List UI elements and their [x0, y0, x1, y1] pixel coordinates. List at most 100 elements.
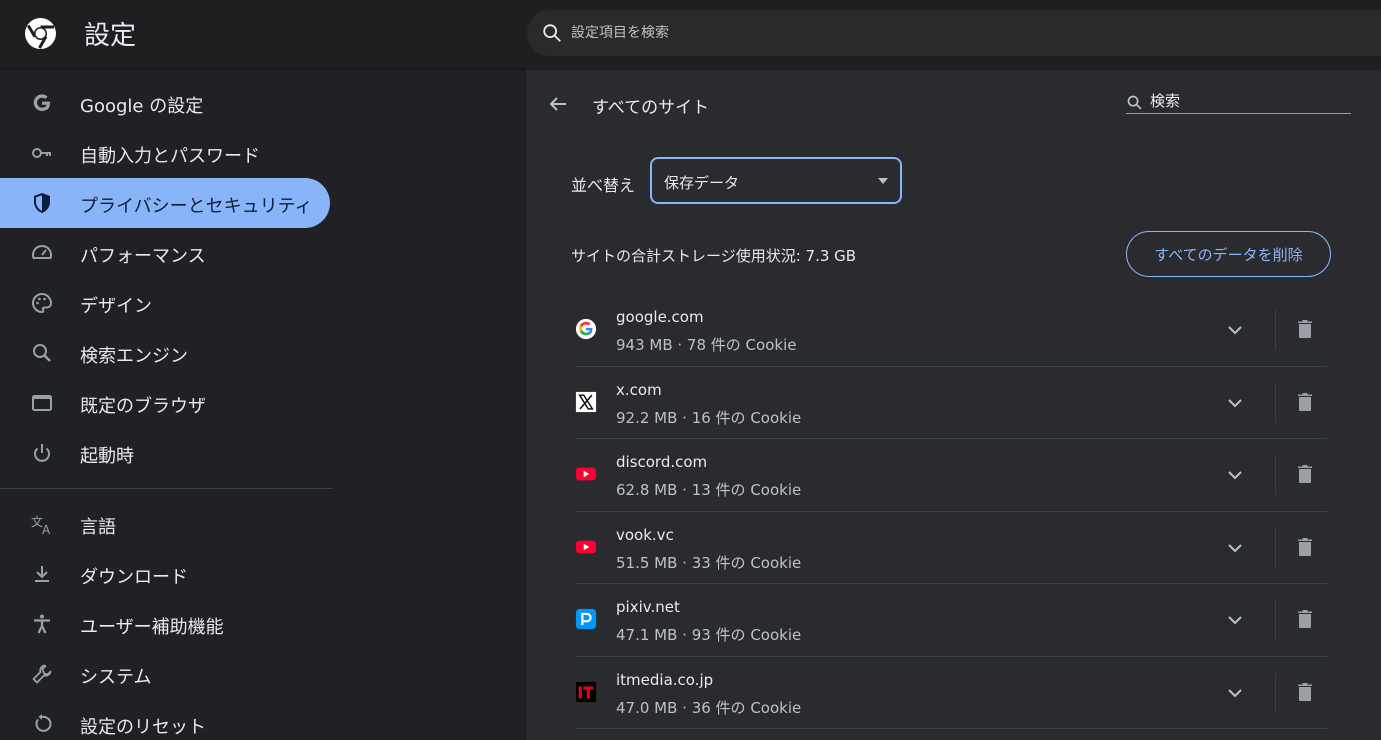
trash-icon[interactable] — [1293, 317, 1317, 341]
sidebar-item-google[interactable]: Google の設定 — [0, 78, 330, 128]
site-usage-detail: 47.1 MB · 93 件の Cookie — [616, 626, 802, 644]
sidebar-item-search-engine[interactable]: 検索エンジン — [0, 328, 330, 378]
row-separator — [1275, 527, 1276, 568]
search-icon — [33, 344, 51, 362]
settings-search-input[interactable] — [571, 25, 1351, 41]
site-usage-detail: 943 MB · 78 件の Cookie — [616, 336, 797, 354]
key-icon — [32, 148, 51, 158]
sort-label: 並べ替え — [571, 176, 636, 195]
trash-icon[interactable] — [1293, 462, 1317, 486]
download-icon — [35, 566, 49, 582]
trash-icon[interactable] — [1293, 390, 1317, 414]
site-name: x.com — [616, 380, 662, 399]
site-usage-detail: 47.0 MB · 36 件の Cookie — [616, 698, 802, 717]
sidebar-item-label: 既定のブラウザ — [80, 396, 206, 417]
total-storage-text: サイトの合計ストレージ使用状況: 7.3 GB — [571, 247, 857, 265]
site-usage-detail: 92.2 MB · 16 件の Cookie — [616, 408, 802, 427]
chevron-down-icon[interactable] — [1223, 681, 1247, 705]
sidebar-item-label: Google の設定 — [80, 96, 204, 117]
sidebar-item-label: システム — [80, 667, 152, 688]
site-usage-detail: 51.5 MB · 33 件の Cookie — [616, 553, 802, 572]
row-separator — [1275, 672, 1276, 713]
sidebar-item-system[interactable]: システム — [0, 649, 330, 699]
back-arrow-icon[interactable] — [546, 92, 570, 116]
caret-down-icon — [878, 178, 888, 184]
sidebar-item-label: 言語 — [80, 517, 116, 538]
app-title: 設定 — [84, 21, 137, 51]
trash-icon[interactable] — [1293, 680, 1317, 704]
site-row[interactable]: vook.vc 51.5 MB · 33 件の Cookie — [575, 512, 1327, 584]
row-separator — [1275, 382, 1276, 423]
sidebar-item-label: 検索エンジン — [80, 346, 188, 367]
site-search-input[interactable] — [1150, 90, 1350, 112]
google-g-icon — [33, 94, 50, 111]
sidebar-item-accessibility[interactable]: ユーザー補助機能 — [0, 599, 330, 649]
sidebar-item-label: ダウンロード — [80, 567, 188, 588]
accessibility-icon — [34, 614, 50, 634]
sidebar-item-languages[interactable]: 文 A 言語 — [0, 499, 330, 549]
sidebar-item-performance[interactable]: パフォーマンス — [0, 228, 330, 278]
sidebar-item-label: 設定のリセット — [80, 717, 206, 738]
youtube-favicon-icon — [575, 540, 597, 553]
youtube-favicon-icon — [575, 467, 597, 481]
top-bar: 設定 — [0, 0, 1381, 68]
page-title: すべてのサイト — [592, 98, 710, 118]
sidebar-item-downloads[interactable]: ダウンロード — [0, 549, 330, 599]
svg-text:A: A — [42, 523, 51, 536]
settings-search-box[interactable] — [527, 10, 1381, 56]
site-search-box[interactable] — [1126, 90, 1351, 114]
search-icon — [1127, 95, 1142, 110]
sidebar-item-label: 起動時 — [80, 446, 134, 467]
chevron-down-icon[interactable] — [1223, 463, 1247, 487]
site-name: pixiv.net — [616, 598, 680, 616]
browser-window-icon — [32, 395, 52, 411]
sidebar-item-label: 自動入力とパスワード — [80, 146, 260, 167]
sidebar-item-autofill[interactable]: 自動入力とパスワード — [0, 128, 330, 178]
site-name: google.com — [616, 308, 704, 326]
sidebar-item-reset[interactable]: 設定のリセット — [0, 699, 330, 740]
google-favicon-icon — [575, 318, 597, 340]
chevron-down-icon[interactable] — [1223, 318, 1247, 342]
chevron-down-icon[interactable] — [1223, 536, 1247, 560]
site-row[interactable]: discord.com 62.8 MB · 13 件の Cookie — [575, 439, 1327, 512]
sidebar-item-default-browser[interactable]: 既定のブラウザ — [0, 378, 330, 428]
sidebar-item-label: デザイン — [80, 296, 152, 317]
site-list: google.com 943 MB · 78 件の Cookie x.com 9… — [575, 294, 1327, 729]
palette-icon — [32, 292, 53, 314]
sidebar-item-design[interactable]: デザイン — [0, 278, 330, 328]
power-icon — [34, 444, 50, 462]
delete-all-data-button[interactable]: すべてのデータを削除 — [1126, 231, 1331, 277]
site-usage-detail: 62.8 MB · 13 件の Cookie — [616, 481, 802, 499]
sort-dropdown[interactable]: 保存データ — [650, 157, 902, 204]
shield-icon — [34, 193, 50, 213]
sidebar: Google の設定 自動入力とパスワード プライバシーとセキュリティ パフォー… — [0, 68, 526, 740]
site-name: vook.vc — [616, 525, 674, 544]
sidebar-item-label: プライバシーとセキュリティ — [80, 196, 313, 217]
sidebar-item-on-startup[interactable]: 起動時 — [0, 428, 330, 478]
trash-icon[interactable] — [1293, 535, 1317, 559]
pixiv-favicon-icon — [575, 608, 597, 630]
site-row[interactable]: itmedia.co.jp 47.0 MB · 36 件の Cookie — [575, 657, 1327, 729]
reset-icon — [35, 714, 52, 732]
site-name: itmedia.co.jp — [616, 670, 714, 689]
wrench-icon — [32, 664, 52, 684]
chrome-logo-icon — [25, 18, 56, 49]
site-row[interactable]: pixiv.net 47.1 MB · 93 件の Cookie — [575, 584, 1327, 657]
chevron-down-icon[interactable] — [1223, 391, 1247, 415]
chevron-down-icon[interactable] — [1223, 608, 1247, 632]
trash-icon[interactable] — [1293, 607, 1317, 631]
sidebar-item-label: ユーザー補助機能 — [80, 617, 224, 638]
site-name: discord.com — [616, 453, 708, 471]
sort-dropdown-value: 保存データ — [664, 174, 740, 192]
sidebar-item-label: パフォーマンス — [80, 246, 206, 267]
site-row[interactable]: google.com 943 MB · 78 件の Cookie — [575, 294, 1327, 367]
row-separator — [1275, 455, 1276, 495]
speedometer-icon — [32, 245, 52, 259]
site-row[interactable]: x.com 92.2 MB · 16 件の Cookie — [575, 367, 1327, 439]
all-sites-panel: すべてのサイト 並べ替え 保存データ サイトの合計ストレージ使用状況: 7.3 … — [526, 68, 1381, 740]
sidebar-divider — [0, 488, 333, 489]
row-separator — [1275, 310, 1276, 350]
x-favicon-icon — [575, 391, 597, 412]
sidebar-item-privacy[interactable]: プライバシーとセキュリティ — [0, 178, 330, 228]
search-icon — [543, 24, 561, 42]
